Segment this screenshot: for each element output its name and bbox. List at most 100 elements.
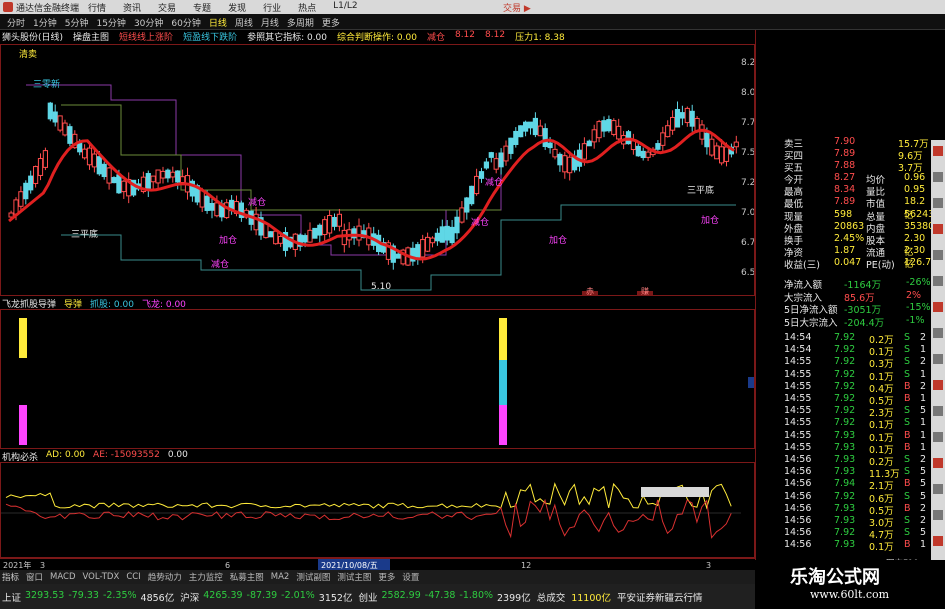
stat-row: 净资 1.87 流通 2.30亿 [756,245,932,270]
bottom-tab-7[interactable]: 私募主图 [230,571,264,583]
signal-label: 加仓 [701,214,719,226]
price-axis-label: 8.00 [741,88,754,98]
stat-row: 换手 2.45% 股本 2.30亿 [756,233,932,258]
signal-bar-yellow [19,318,27,358]
bottom-mark: 赤 [586,287,594,295]
bottom-tab-5[interactable]: 趋势动力 [148,571,182,583]
chart2-header-item-0: 飞龙抓股导弹 [2,300,57,310]
bottom-tab-1[interactable]: 窗口 [26,571,43,583]
x-axis-label: 6 [225,561,230,570]
bottom-tab-3[interactable]: VOL-TDX [83,572,120,582]
feilong-indicator-chart[interactable]: 50.0040.0020.007.320.00-10.00 [0,307,786,449]
side-tool-icon[interactable] [933,146,943,156]
price-axis-label: 6.50 [741,268,754,278]
stat-value: 0.047 [834,257,862,269]
price-axis-label: 8.25 [741,58,754,68]
side-tool-icon[interactable] [933,328,943,338]
bottom-tab-12[interactable]: 设置 [402,571,419,583]
index-group[interactable]: 沪深 4265.39 -87.39 -2.01% 3152亿 [180,590,352,604]
news-ticker[interactable]: 平安证券新疆云行情 [617,590,703,604]
signal-bar-cyan [499,360,507,405]
side-tool-icon[interactable] [933,510,943,520]
side-tool-icon[interactable] [933,250,943,260]
menu-item-2[interactable]: 交易 [158,1,176,14]
tick-row: 14:55 7.93 0.1万 B 1 [756,430,932,444]
stat-key: 收益(三) [784,260,820,272]
side-tool-icon[interactable] [933,380,943,390]
quote-price: 7.88 [834,160,856,171]
tick-price: 7.92 [834,368,856,380]
tick-count: 5 [920,405,927,417]
signal-label: 加仓 [549,234,567,246]
side-tool-icon[interactable] [933,536,943,546]
tick-time: 14:56 [784,515,812,526]
side-tool-icon[interactable] [933,276,943,286]
fund-flow-pct: -15% [906,302,931,313]
tick-time: 14:56 [784,454,812,465]
signal-label: 三平底 [687,184,714,196]
index-group[interactable]: 上证 3293.53 -79.33 -2.35% 4856亿 [2,590,174,604]
side-tool-icon[interactable] [933,302,943,312]
bottom-tab-9[interactable]: 测试副图 [296,571,330,583]
side-tool-icon[interactable] [933,198,943,208]
menu-item-1[interactable]: 资讯 [123,1,141,14]
menu-item-0[interactable]: 行情 [88,1,106,14]
bottom-tab-0[interactable]: 指标 [2,571,19,583]
period-tab-1[interactable]: 1分钟 [30,16,60,29]
menu-item-7[interactable]: L1/L2 [333,1,358,14]
chart-toolbar[interactable] [641,487,709,497]
period-tab-9[interactable]: 多周期 [284,16,317,29]
side-tool-icon[interactable] [933,432,943,442]
side-tool-icon[interactable] [933,354,943,364]
menu-item-6[interactable]: 热点 [298,1,316,14]
bottom-tab-2[interactable]: MACD [50,572,75,582]
stat-value: 0.95 [904,184,926,196]
tick-direction: S [904,466,911,478]
tick-price: 7.92 [834,490,856,502]
price-axis-label: 7.25 [741,178,754,188]
bottom-mark: 赚 [641,286,649,295]
bottom-tab-11[interactable]: 更多 [378,571,395,583]
indicator-header-item-5: 综合判断操作: 0.00 [337,33,417,43]
side-tool-icon[interactable] [933,458,943,468]
tick-direction: B [904,502,911,514]
bottom-tab-10[interactable]: 测试主图 [337,571,371,583]
period-tab-10[interactable]: 更多 [319,16,343,29]
index-group[interactable]: 创业 2582.99 -47.38 -1.80% 2399亿 [358,590,530,604]
period-tab-2[interactable]: 5分钟 [62,16,92,29]
indicator-header-item-7: 8.12 [454,30,476,40]
period-tab-8[interactable]: 月线 [258,16,282,29]
period-tab-6[interactable]: 日线 [206,16,230,29]
watermark-url: www.60lt.com [810,588,890,601]
menu-item-5[interactable]: 行业 [263,1,281,14]
bottom-tab-6[interactable]: 主力监控 [189,571,223,583]
fund-flow-value: -204.4万 [844,317,885,329]
title-bar: 通达信金融终端 行情 资讯 交易 专题 发现 行业 热点 L1/L2 交易 ▶ [0,0,945,14]
tick-price: 7.92 [834,332,856,343]
bottom-tab-4[interactable]: CCI [126,572,140,582]
tick-direction: B [904,478,911,490]
period-tab-5[interactable]: 60分钟 [168,16,203,29]
indicator-header-item-3: 短盈线下跌阶 [183,33,238,43]
x-axis-label: 2021年 [3,560,31,570]
jigou-indicator-chart[interactable]: 40000200000-20000 [0,462,787,558]
side-tool-icon[interactable] [933,484,943,494]
trade-button[interactable]: 交易 ▶ [503,1,531,14]
app-logo-icon [3,2,13,12]
fund-flow-pct: -26% [906,277,931,288]
side-tool-icon[interactable] [933,172,943,182]
bottom-tab-8[interactable]: MA2 [271,572,290,582]
side-tool-icon[interactable] [933,406,943,416]
menu-item-3[interactable]: 专题 [193,1,211,14]
menu-item-4[interactable]: 发现 [228,1,246,14]
main-candlestick-chart[interactable]: 8.25 8.00 7.75 7.50 7.25 7.00 6.75 6.50 清卖三零新三平底… [0,44,761,296]
tick-row: 14:56 7.92 4.7万 S 5 [756,527,932,541]
indicator-header-item-0: 狮头股份(日线) [2,33,64,43]
period-tab-0[interactable]: 分时 [4,16,28,29]
tick-price: 7.93 [834,502,856,514]
period-tab-7[interactable]: 周线 [232,16,256,29]
side-tool-icon[interactable] [933,224,943,234]
period-tab-4[interactable]: 30分钟 [131,16,166,29]
period-tab-3[interactable]: 15分钟 [93,16,128,29]
tick-count: 1 [920,539,927,551]
